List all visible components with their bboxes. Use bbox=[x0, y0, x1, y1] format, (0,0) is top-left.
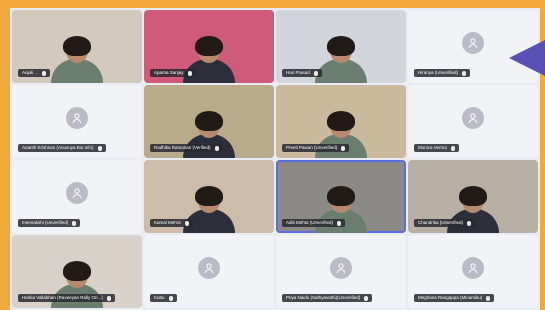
participant-face bbox=[459, 186, 487, 213]
participant-name: Meghana Rangappa (Minamiku) bbox=[418, 295, 483, 300]
participant-name-label: Anjali ... bbox=[18, 69, 51, 77]
participant-name-label: Ananth Krishnan (Anusuya Bio Info) bbox=[18, 144, 106, 152]
participant-name: Ananth Krishnan (Anusuya Bio Info) bbox=[22, 145, 94, 150]
user-avatar-icon bbox=[462, 256, 484, 279]
participant-name-label: Meghana Rangappa (Minamiku) bbox=[414, 294, 495, 302]
mic-icon bbox=[42, 70, 47, 76]
participant-face bbox=[195, 186, 223, 213]
user-avatar-icon bbox=[66, 181, 88, 204]
mic-icon bbox=[313, 70, 318, 76]
participant-grid: Anjali ... Aparna Sanjay Hari Prasad Hirany… bbox=[10, 8, 540, 310]
mic-icon bbox=[184, 220, 189, 226]
participant-name: Hiranya (Unverified) bbox=[418, 70, 459, 75]
participant-name-label: Priya Naidu (Sathyavathi)(Unverified) bbox=[282, 294, 373, 302]
mic-icon bbox=[72, 220, 77, 226]
participant-tile[interactable]: Priya Naidu (Sathyavathi)(Unverified) bbox=[276, 235, 406, 308]
mic-icon bbox=[450, 145, 455, 151]
mic-icon bbox=[214, 145, 219, 151]
participant-face bbox=[195, 36, 223, 63]
participant-tile[interactable]: Meghana Rangappa (Minamiku) bbox=[408, 235, 538, 308]
mic-icon bbox=[467, 220, 472, 226]
mic-icon bbox=[486, 295, 491, 301]
participant-name: Preeti Pawan (Unverified) bbox=[286, 145, 338, 150]
mic-icon bbox=[364, 295, 369, 301]
participant-tile[interactable]: Harika Vallabhan (Raveeyan Rally Ori...) bbox=[12, 235, 142, 308]
participant-name-label: Chandrika (Unverified) bbox=[414, 219, 476, 227]
participant-name-label: Preeti Pawan (Unverified) bbox=[282, 144, 350, 152]
participant-tile[interactable]: Aparna Sanjay bbox=[144, 10, 274, 83]
pointer-arrow-icon bbox=[509, 40, 545, 76]
participant-face bbox=[327, 36, 355, 63]
mic-icon bbox=[462, 70, 467, 76]
user-avatar-icon bbox=[66, 106, 88, 129]
participant-name: Kuttu bbox=[154, 295, 165, 300]
user-avatar-icon bbox=[198, 256, 220, 279]
participant-face bbox=[195, 111, 223, 138]
participant-tile[interactable]: meenakshi (Unverified) bbox=[12, 160, 142, 233]
participant-tile[interactable]: Anjali ... bbox=[12, 10, 142, 83]
participant-tile[interactable]: Radhika Ramanan (Verified) bbox=[144, 85, 274, 158]
participant-name: Aparna Sanjay bbox=[154, 70, 184, 75]
participant-name-label: Harika Vallabhan (Raveeyan Rally Ori...) bbox=[18, 294, 115, 302]
participant-video bbox=[315, 33, 367, 83]
participant-tile[interactable]: Kuttu bbox=[144, 235, 274, 308]
participant-video bbox=[51, 33, 103, 83]
participant-name: Monica Verma bbox=[418, 145, 447, 150]
participant-name-label: Hiranya (Unverified) bbox=[414, 69, 471, 77]
participant-name: Aditi Mehta (Unverified) bbox=[286, 220, 334, 225]
mic-icon bbox=[337, 220, 342, 226]
mic-icon bbox=[341, 145, 346, 151]
mic-icon bbox=[106, 295, 111, 301]
participant-name: Priya Naidu (Sathyavathi)(Unverified) bbox=[286, 295, 361, 300]
participant-tile[interactable]: Preeti Pawan (Unverified) bbox=[276, 85, 406, 158]
meeting-screen: Anjali ... Aparna Sanjay Hari Prasad Hirany… bbox=[10, 8, 540, 310]
user-avatar-icon bbox=[462, 106, 484, 129]
participant-name-label: Monica Verma bbox=[414, 144, 459, 152]
participant-face bbox=[63, 36, 91, 63]
participant-name: meenakshi (Unverified) bbox=[22, 220, 69, 225]
participant-face bbox=[63, 261, 91, 288]
mic-icon bbox=[97, 145, 102, 151]
participant-name: Kamal Mehra bbox=[154, 220, 181, 225]
participant-tile[interactable]: Chandrika (Unverified) bbox=[408, 160, 538, 233]
participant-tile[interactable]: Monica Verma bbox=[408, 85, 538, 158]
participant-name: Harika Vallabhan (Raveeyan Rally Ori...) bbox=[22, 295, 103, 300]
participant-name-label: Kuttu bbox=[150, 294, 177, 302]
mic-icon bbox=[168, 295, 173, 301]
participant-name: Radhika Ramanan (Verified) bbox=[154, 145, 211, 150]
participant-name-label: Kamal Mehra bbox=[150, 219, 193, 227]
mic-icon bbox=[187, 70, 192, 76]
participant-name-label: Aparna Sanjay bbox=[150, 69, 196, 77]
participant-name: Hari Prasad bbox=[286, 70, 310, 75]
participant-name-label: meenakshi (Unverified) bbox=[18, 219, 81, 227]
participant-tile[interactable]: Aditi Mehta (Unverified) bbox=[276, 160, 406, 233]
participant-face bbox=[327, 111, 355, 138]
participant-tile[interactable]: Ananth Krishnan (Anusuya Bio Info) bbox=[12, 85, 142, 158]
participant-name-label: Hari Prasad bbox=[282, 69, 322, 77]
participant-face bbox=[327, 186, 355, 213]
participant-name-label: Aditi Mehta (Unverified) bbox=[282, 219, 346, 227]
participant-name: Chandrika (Unverified) bbox=[418, 220, 464, 225]
participant-tile[interactable]: Kamal Mehra bbox=[144, 160, 274, 233]
user-avatar-icon bbox=[330, 256, 352, 279]
participant-name: Anjali ... bbox=[22, 70, 39, 75]
user-avatar-icon bbox=[462, 31, 484, 54]
participant-tile[interactable]: Hari Prasad bbox=[276, 10, 406, 83]
participant-name-label: Radhika Ramanan (Verified) bbox=[150, 144, 223, 152]
